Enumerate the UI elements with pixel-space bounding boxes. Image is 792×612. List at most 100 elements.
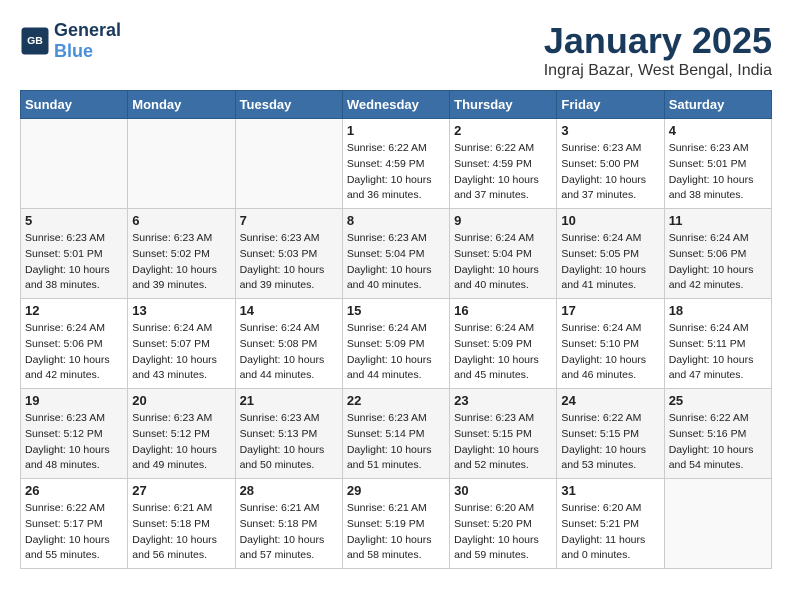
day-info: Sunrise: 6:24 AM Sunset: 5:09 PM Dayligh… bbox=[347, 321, 445, 384]
day-number: 26 bbox=[25, 483, 123, 498]
day-number: 21 bbox=[240, 393, 338, 408]
day-info: Sunrise: 6:24 AM Sunset: 5:09 PM Dayligh… bbox=[454, 321, 552, 384]
svg-text:GB: GB bbox=[27, 35, 43, 47]
calendar-week-row: 1 Sunrise: 6:22 AM Sunset: 4:59 PM Daylig… bbox=[21, 119, 772, 209]
calendar-cell: 3Sunrise: 6:23 AM Sunset: 5:00 PM Daylig… bbox=[557, 119, 664, 209]
calendar-cell: 5 Sunrise: 6:23 AM Sunset: 5:01 PM Daylig… bbox=[21, 209, 128, 299]
calendar-cell: 16 Sunrise: 6:24 AM Sunset: 5:09 PM Dayli… bbox=[450, 299, 557, 389]
day-info: Sunrise: 6:21 AM Sunset: 5:18 PM Dayligh… bbox=[132, 501, 230, 564]
calendar-week-row: 19Sunrise: 6:23 AM Sunset: 5:12 PM Dayli… bbox=[21, 389, 772, 479]
day-number: 20 bbox=[132, 393, 230, 408]
day-info: Sunrise: 6:23 AM Sunset: 5:02 PM Dayligh… bbox=[132, 231, 230, 294]
day-info: Sunrise: 6:21 AM Sunset: 5:19 PM Dayligh… bbox=[347, 501, 445, 564]
day-info: Sunrise: 6:22 AM Sunset: 4:59 PM Dayligh… bbox=[454, 141, 552, 204]
month-title: January 2025 bbox=[544, 20, 772, 62]
logo: GB General Blue bbox=[20, 20, 121, 62]
day-number: 7 bbox=[240, 213, 338, 228]
day-number: 28 bbox=[240, 483, 338, 498]
day-number: 5 bbox=[25, 213, 123, 228]
calendar-cell: 31 Sunrise: 6:20 AM Sunset: 5:21 PM Dayli… bbox=[557, 479, 664, 569]
weekday-header: Friday bbox=[557, 91, 664, 119]
day-number: 23 bbox=[454, 393, 552, 408]
weekday-header: Saturday bbox=[664, 91, 771, 119]
day-info: Sunrise: 6:23 AM Sunset: 5:01 PM Dayligh… bbox=[669, 141, 767, 204]
day-info: Sunrise: 6:23 AM Sunset: 5:04 PM Dayligh… bbox=[347, 231, 445, 294]
day-number: 30 bbox=[454, 483, 552, 498]
location-subtitle: Ingraj Bazar, West Bengal, India bbox=[544, 62, 772, 80]
day-info: Sunrise: 6:24 AM Sunset: 5:10 PM Dayligh… bbox=[561, 321, 659, 384]
day-number: 27 bbox=[132, 483, 230, 498]
calendar-cell: 19Sunrise: 6:23 AM Sunset: 5:12 PM Dayli… bbox=[21, 389, 128, 479]
day-number: 17 bbox=[561, 303, 659, 318]
day-info: Sunrise: 6:24 AM Sunset: 5:11 PM Dayligh… bbox=[669, 321, 767, 384]
day-info: Sunrise: 6:21 AM Sunset: 5:18 PM Dayligh… bbox=[240, 501, 338, 564]
day-number: 31 bbox=[561, 483, 659, 498]
day-number: 1 bbox=[347, 123, 445, 138]
day-number: 29 bbox=[347, 483, 445, 498]
calendar-cell: 8Sunrise: 6:23 AM Sunset: 5:04 PM Daylig… bbox=[342, 209, 449, 299]
logo-general: General bbox=[54, 20, 121, 41]
weekday-header: Wednesday bbox=[342, 91, 449, 119]
calendar-cell: 12 Sunrise: 6:24 AM Sunset: 5:06 PM Dayli… bbox=[21, 299, 128, 389]
day-info: Sunrise: 6:22 AM Sunset: 5:16 PM Dayligh… bbox=[669, 411, 767, 474]
day-number: 12 bbox=[25, 303, 123, 318]
calendar-cell: 9 Sunrise: 6:24 AM Sunset: 5:04 PM Daylig… bbox=[450, 209, 557, 299]
day-info: Sunrise: 6:24 AM Sunset: 5:04 PM Dayligh… bbox=[454, 231, 552, 294]
weekday-header: Monday bbox=[128, 91, 235, 119]
day-number: 25 bbox=[669, 393, 767, 408]
calendar-cell: 14 Sunrise: 6:24 AM Sunset: 5:08 PM Dayli… bbox=[235, 299, 342, 389]
calendar-cell: 30Sunrise: 6:20 AM Sunset: 5:20 PM Dayli… bbox=[450, 479, 557, 569]
day-info: Sunrise: 6:22 AM Sunset: 5:17 PM Dayligh… bbox=[25, 501, 123, 564]
day-info: Sunrise: 6:23 AM Sunset: 5:03 PM Dayligh… bbox=[240, 231, 338, 294]
day-number: 2 bbox=[454, 123, 552, 138]
day-number: 24 bbox=[561, 393, 659, 408]
day-info: Sunrise: 6:24 AM Sunset: 5:06 PM Dayligh… bbox=[25, 321, 123, 384]
calendar-cell: 27 Sunrise: 6:21 AM Sunset: 5:18 PM Dayli… bbox=[128, 479, 235, 569]
day-number: 16 bbox=[454, 303, 552, 318]
day-number: 9 bbox=[454, 213, 552, 228]
calendar-week-row: 5 Sunrise: 6:23 AM Sunset: 5:01 PM Daylig… bbox=[21, 209, 772, 299]
calendar-cell: 4 Sunrise: 6:23 AM Sunset: 5:01 PM Daylig… bbox=[664, 119, 771, 209]
weekday-header: Tuesday bbox=[235, 91, 342, 119]
calendar-cell: 29 Sunrise: 6:21 AM Sunset: 5:19 PM Dayli… bbox=[342, 479, 449, 569]
title-block: January 2025 Ingraj Bazar, West Bengal, … bbox=[544, 20, 772, 80]
day-info: Sunrise: 6:23 AM Sunset: 5:12 PM Dayligh… bbox=[25, 411, 123, 474]
calendar-cell: 7 Sunrise: 6:23 AM Sunset: 5:03 PM Daylig… bbox=[235, 209, 342, 299]
calendar-cell: 20Sunrise: 6:23 AM Sunset: 5:12 PM Dayli… bbox=[128, 389, 235, 479]
day-info: Sunrise: 6:23 AM Sunset: 5:14 PM Dayligh… bbox=[347, 411, 445, 474]
calendar-cell: 25 Sunrise: 6:22 AM Sunset: 5:16 PM Dayli… bbox=[664, 389, 771, 479]
logo-icon: GB bbox=[20, 26, 50, 56]
calendar-cell: 23Sunrise: 6:23 AM Sunset: 5:15 PM Dayli… bbox=[450, 389, 557, 479]
calendar-cell: 21 Sunrise: 6:23 AM Sunset: 5:13 PM Dayli… bbox=[235, 389, 342, 479]
calendar-cell: 28 Sunrise: 6:21 AM Sunset: 5:18 PM Dayli… bbox=[235, 479, 342, 569]
day-number: 4 bbox=[669, 123, 767, 138]
calendar-cell: 26 Sunrise: 6:22 AM Sunset: 5:17 PM Dayli… bbox=[21, 479, 128, 569]
day-info: Sunrise: 6:24 AM Sunset: 5:07 PM Dayligh… bbox=[132, 321, 230, 384]
calendar-cell bbox=[235, 119, 342, 209]
calendar-cell: 1Sunrise: 6:22 AM Sunset: 4:59 PM Daylig… bbox=[342, 119, 449, 209]
calendar-cell: 17 Sunrise: 6:24 AM Sunset: 5:10 PM Dayli… bbox=[557, 299, 664, 389]
calendar-table: SundayMondayTuesdayWednesdayThursdayFrid… bbox=[20, 90, 772, 569]
weekday-header: Thursday bbox=[450, 91, 557, 119]
weekday-header: Sunday bbox=[21, 91, 128, 119]
day-number: 10 bbox=[561, 213, 659, 228]
day-info: Sunrise: 6:23 AM Sunset: 5:01 PM Dayligh… bbox=[25, 231, 123, 294]
day-info: Sunrise: 6:22 AM Sunset: 5:15 PM Dayligh… bbox=[561, 411, 659, 474]
day-info: Sunrise: 6:24 AM Sunset: 5:08 PM Dayligh… bbox=[240, 321, 338, 384]
day-info: Sunrise: 6:23 AM Sunset: 5:13 PM Dayligh… bbox=[240, 411, 338, 474]
day-number: 15 bbox=[347, 303, 445, 318]
calendar-cell: 15 Sunrise: 6:24 AM Sunset: 5:09 PM Dayli… bbox=[342, 299, 449, 389]
calendar-cell: 6Sunrise: 6:23 AM Sunset: 5:02 PM Daylig… bbox=[128, 209, 235, 299]
calendar-cell: 10Sunrise: 6:24 AM Sunset: 5:05 PM Dayli… bbox=[557, 209, 664, 299]
day-number: 18 bbox=[669, 303, 767, 318]
calendar-cell: 24 Sunrise: 6:22 AM Sunset: 5:15 PM Dayli… bbox=[557, 389, 664, 479]
calendar-cell: 13Sunrise: 6:24 AM Sunset: 5:07 PM Dayli… bbox=[128, 299, 235, 389]
calendar-cell bbox=[128, 119, 235, 209]
calendar-cell: 2 Sunrise: 6:22 AM Sunset: 4:59 PM Daylig… bbox=[450, 119, 557, 209]
day-info: Sunrise: 6:20 AM Sunset: 5:21 PM Dayligh… bbox=[561, 501, 659, 564]
weekday-header-row: SundayMondayTuesdayWednesdayThursdayFrid… bbox=[21, 91, 772, 119]
calendar-week-row: 12 Sunrise: 6:24 AM Sunset: 5:06 PM Dayli… bbox=[21, 299, 772, 389]
calendar-week-row: 26 Sunrise: 6:22 AM Sunset: 5:17 PM Dayli… bbox=[21, 479, 772, 569]
day-number: 14 bbox=[240, 303, 338, 318]
calendar-cell: 18 Sunrise: 6:24 AM Sunset: 5:11 PM Dayli… bbox=[664, 299, 771, 389]
